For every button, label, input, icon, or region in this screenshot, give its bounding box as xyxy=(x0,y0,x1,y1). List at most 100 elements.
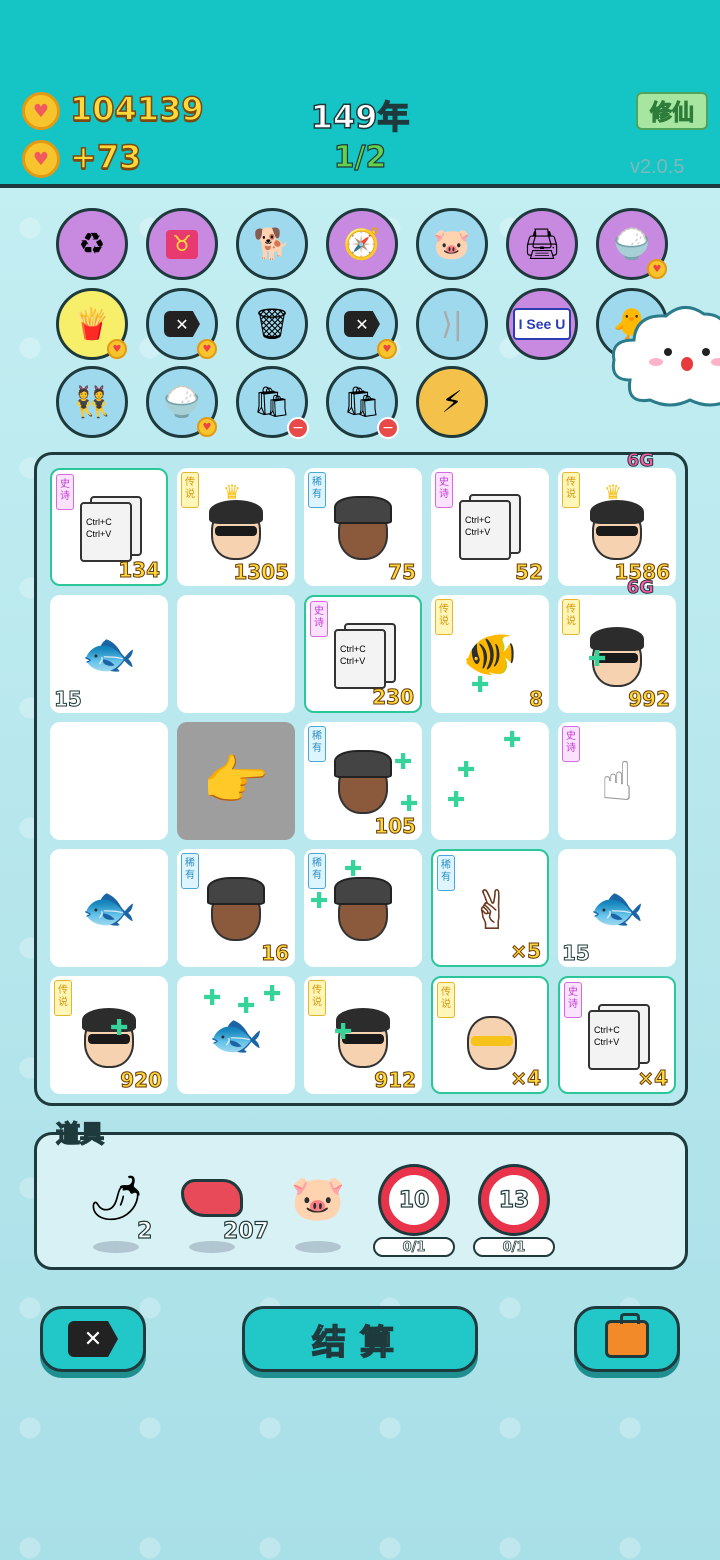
heart-badge-icon: ♥ xyxy=(197,339,217,359)
board-cell-selected[interactable]: 👉 xyxy=(177,722,295,840)
sparkle-icon: ✚ xyxy=(588,647,607,672)
minus-badge-icon: − xyxy=(377,417,399,439)
cell-value: 105 xyxy=(374,814,417,839)
cell-value: ×5 xyxy=(510,939,542,964)
cell-value: ×4 xyxy=(510,1066,542,1091)
board-cell[interactable]: 🐟 ✚ ✚ ✚ xyxy=(177,976,295,1094)
target-icon[interactable]: 10 xyxy=(381,1167,447,1233)
cell-value: 920 xyxy=(120,1068,163,1093)
bucket-hat-face-icon xyxy=(203,873,269,943)
trash-bag-minus-icon[interactable]: 🛍 − xyxy=(326,366,399,439)
cell-value: 230 xyxy=(372,685,415,710)
rice-bowl-icon[interactable]: 🍚 ♥ xyxy=(596,208,668,280)
skip-icon[interactable]: ⟩| xyxy=(416,288,488,360)
board-cell[interactable]: 稀有 75 xyxy=(304,468,422,586)
target-icon[interactable]: 13 xyxy=(481,1167,547,1233)
bag-button[interactable] xyxy=(574,1306,680,1372)
board-cell[interactable]: 🐟 15 xyxy=(558,849,676,967)
board-cell[interactable]: 🐟 15 xyxy=(50,595,168,713)
printer-icon[interactable]: 🖨 xyxy=(506,208,578,280)
board-cell[interactable]: 史诗 Ctrl+C Ctrl+V 230 xyxy=(304,595,422,713)
sunglasses-king-face-icon: ♛ xyxy=(584,480,650,562)
board-cell[interactable]: 稀有 ✚ ✚ 105 xyxy=(304,722,422,840)
sunglasses-face-icon xyxy=(76,1000,142,1070)
board-cell[interactable]: 史诗 Ctrl+C Ctrl+V ×4 xyxy=(558,976,676,1094)
board-cell[interactable]: 传说 6G ✚ 992 xyxy=(558,577,676,713)
cell-value: 134 xyxy=(118,558,161,583)
dog-icon[interactable]: 🐕 xyxy=(236,208,308,280)
copy-paste-icon: Ctrl+C Ctrl+V xyxy=(588,1004,650,1070)
heart-badge-icon: ♥ xyxy=(107,339,127,359)
compass-icon[interactable]: 🧭 xyxy=(326,208,398,280)
board-cell[interactable]: 史诗 Ctrl+C Ctrl+V 134 xyxy=(50,468,168,586)
copy-paste-icon: Ctrl+C Ctrl+V xyxy=(334,623,396,689)
sparkle-icon: ✚ xyxy=(203,986,222,1011)
board-cell[interactable]: 传说 6G ♛ 1586 xyxy=(558,450,676,586)
cell-value: 52 xyxy=(515,560,544,585)
cell-value: 75 xyxy=(388,560,417,585)
pointing-hand-icon: 👉 xyxy=(202,749,270,812)
cell-value: ×4 xyxy=(637,1066,669,1091)
cloud-mascot-icon xyxy=(611,306,720,407)
sparkle-icon: ✚ xyxy=(310,889,329,914)
trash-bag-recycle-icon[interactable]: 🗑 xyxy=(236,288,308,360)
board-cell[interactable]: ✚ ✚ ✚ xyxy=(431,722,549,840)
board-cell[interactable]: 传说 ♛ 1305 xyxy=(177,468,295,586)
cell-value: 16 xyxy=(261,941,290,966)
sparkle-icon: ✚ xyxy=(457,758,476,783)
board-cell[interactable]: 传说 ×4 xyxy=(431,976,549,1094)
cell-value: 992 xyxy=(628,687,671,712)
cell-value: 912 xyxy=(374,1068,417,1093)
stage-progress: 1/2 xyxy=(333,139,387,175)
discard-button[interactable]: ✕ xyxy=(40,1306,146,1372)
cell-value: 8 xyxy=(529,687,544,712)
board-cell[interactable]: 稀有 ✌ ×5 xyxy=(431,849,549,967)
piggy-bank-icon[interactable]: 🐷 xyxy=(416,208,488,280)
board-cell[interactable] xyxy=(177,595,295,713)
sunglasses-king-face-icon: ♛ xyxy=(203,480,269,562)
fries-icon[interactable]: 🍟 ♥ xyxy=(56,288,128,360)
sparkle-icon: ✚ xyxy=(471,673,490,698)
lightning-icon[interactable]: ⚡ xyxy=(416,366,488,438)
board-cell[interactable]: 传说 🐠 ✚ 8 xyxy=(431,595,549,713)
delete-tag-icon[interactable]: ✕ ♥ xyxy=(326,288,398,360)
delete-tag-icon[interactable]: ✕ ♥ xyxy=(146,288,218,360)
delete-tag-icon: ✕ xyxy=(68,1321,118,1357)
fish-icon: 🐟 xyxy=(81,883,137,934)
board-cell[interactable]: 传说 ✚ 920 xyxy=(50,976,168,1094)
i-see-u-card[interactable]: I See U xyxy=(506,288,578,360)
board-cell[interactable]: 史诗 Ctrl+C Ctrl+V 52 xyxy=(431,468,549,586)
settle-button[interactable]: 结算 xyxy=(242,1306,478,1372)
sparkle-icon: ✚ xyxy=(344,857,363,882)
board-cell[interactable] xyxy=(50,722,168,840)
gray-hand-icon: ☝ xyxy=(600,749,634,813)
bucket-hat-face-icon xyxy=(330,492,396,562)
sparkle-icon: ✚ xyxy=(110,1016,129,1041)
board-cell[interactable]: 稀有 ✚ ✚ xyxy=(304,849,422,967)
board-cell[interactable]: 🐟 xyxy=(50,849,168,967)
board-cell[interactable]: 传说 ✚ 912 xyxy=(304,976,422,1094)
item-shadow xyxy=(295,1241,341,1253)
sparkle-icon: ✚ xyxy=(263,982,282,1007)
bull-card-icon[interactable]: ♉ xyxy=(146,208,218,280)
target-progress: 0/1 xyxy=(473,1237,555,1257)
recycle-icon[interactable]: ♻ xyxy=(56,208,128,280)
settle-label: 结算 xyxy=(311,1322,408,1364)
liver-count: 207 xyxy=(222,1218,269,1244)
trash-bag-minus-icon[interactable]: 🛍 − xyxy=(236,366,309,439)
game-board: 史诗 Ctrl+C Ctrl+V 134 传说 ♛ 1305 稀有 75 史诗 … xyxy=(34,450,688,1106)
heart-badge-icon: ♥ xyxy=(647,259,667,279)
cultivate-button[interactable]: 修仙 xyxy=(636,92,708,130)
board-cell[interactable]: 稀有 16 xyxy=(177,849,295,967)
target-progress: 0/1 xyxy=(373,1237,455,1257)
board-cell[interactable]: 史诗 ☝ xyxy=(558,722,676,840)
items-panel: 🌶 2 207 🐷 10 0/1 13 0/1 xyxy=(34,1132,688,1270)
heart-badge-icon: ♥ xyxy=(377,339,397,359)
copy-paste-icon: Ctrl+C Ctrl+V xyxy=(459,494,521,560)
sparkle-icon: ✚ xyxy=(237,994,256,1019)
cell-value: 15 xyxy=(562,941,591,966)
piggy-bank-icon[interactable]: 🐷 xyxy=(283,1163,353,1233)
rice-bowl-icon[interactable]: 🍚 ♥ xyxy=(146,366,218,438)
sparkle-icon: ✚ xyxy=(334,1020,353,1045)
twins-icon[interactable]: 👯 xyxy=(56,366,128,438)
